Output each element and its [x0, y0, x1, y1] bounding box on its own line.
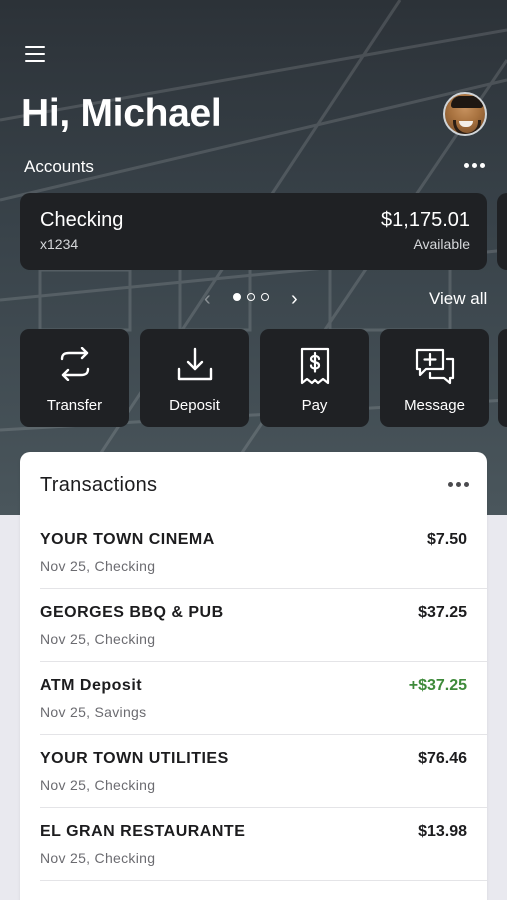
next-account-card[interactable]: [497, 193, 507, 270]
message-button[interactable]: Message: [380, 329, 489, 427]
deposit-download-icon: [177, 347, 212, 381]
transaction-detail: Nov 25, Checking: [40, 777, 156, 793]
account-pager: [233, 293, 269, 301]
transaction-merchant: ATM Deposit: [40, 677, 143, 694]
transaction-detail: Nov 25, Checking: [40, 558, 156, 574]
accounts-label: Accounts: [24, 157, 94, 176]
transactions-more-icon[interactable]: [448, 482, 469, 487]
account-name: Checking: [40, 209, 124, 231]
transaction-amount: +$37.25: [408, 677, 467, 694]
transaction-row[interactable]: YOUR TOWN CINEMA Nov 25, Checking $7.50: [40, 516, 487, 589]
transaction-merchant: EL GRAN RESTAURANTE: [40, 823, 246, 840]
transactions-title: Transactions: [40, 474, 158, 496]
pay-button[interactable]: Pay: [260, 329, 369, 427]
transaction-amount: $37.25: [418, 604, 467, 621]
transaction-detail: Nov 25, Checking: [40, 631, 156, 647]
hero-header: Hi, Michael Accounts Checking x1234 $1,1…: [0, 0, 507, 515]
transfer-button[interactable]: Transfer: [20, 329, 129, 427]
account-card-checking[interactable]: Checking x1234 $1,175.01 Available: [20, 193, 487, 270]
transaction-row[interactable]: GEORGES BBQ & PUB Nov 25, Checking $37.2…: [40, 589, 487, 662]
account-number: x1234: [40, 236, 79, 252]
transaction-row[interactable]: EL GRAN RESTAURANTE Nov 25, Checking $13…: [40, 808, 487, 881]
hamburger-menu-icon[interactable]: [25, 46, 45, 62]
pager-dot: [247, 293, 255, 301]
transactions-card: Transactions YOUR TOWN CINEMA Nov 25, Ch…: [20, 452, 487, 900]
user-avatar[interactable]: [443, 92, 487, 136]
more-actions-peek[interactable]: [498, 329, 507, 427]
accounts-more-icon[interactable]: [464, 163, 485, 168]
transaction-merchant: YOUR TOWN CINEMA: [40, 531, 215, 548]
transfer-arrows-icon: [60, 347, 89, 381]
transaction-merchant: YOUR TOWN UTILITIES: [40, 750, 229, 767]
pager-dot-active: [233, 293, 241, 301]
action-label: Deposit: [169, 397, 220, 414]
transaction-detail: Nov 25, Savings: [40, 704, 147, 720]
message-plus-icon: [415, 348, 454, 385]
transaction-detail: Nov 25, Checking: [40, 850, 156, 866]
action-label: Transfer: [46, 397, 103, 414]
transaction-row[interactable]: ATM Deposit Nov 25, Savings +$37.25: [40, 662, 487, 735]
chevron-left-icon[interactable]: ‹: [204, 288, 211, 311]
account-balance-label: Available: [413, 236, 470, 252]
pager-dot: [261, 293, 269, 301]
transaction-row[interactable]: YOUR TOWN UTILITIES Nov 25, Checking $76…: [40, 735, 487, 808]
transaction-amount: $76.46: [418, 750, 467, 767]
account-balance: $1,175.01: [381, 209, 470, 231]
chevron-right-icon[interactable]: ›: [291, 288, 298, 311]
deposit-button[interactable]: Deposit: [140, 329, 249, 427]
action-label: Pay: [301, 397, 328, 414]
action-label: Message: [404, 397, 465, 414]
transactions-list: YOUR TOWN CINEMA Nov 25, Checking $7.50 …: [20, 516, 487, 881]
view-all-link[interactable]: View all: [429, 289, 487, 309]
pay-bill-dollar-icon: [300, 347, 329, 385]
greeting-title: Hi, Michael: [21, 92, 222, 135]
transaction-amount: $7.50: [426, 531, 467, 548]
transaction-amount: $13.98: [418, 823, 467, 840]
transaction-merchant: GEORGES BBQ & PUB: [40, 604, 224, 621]
